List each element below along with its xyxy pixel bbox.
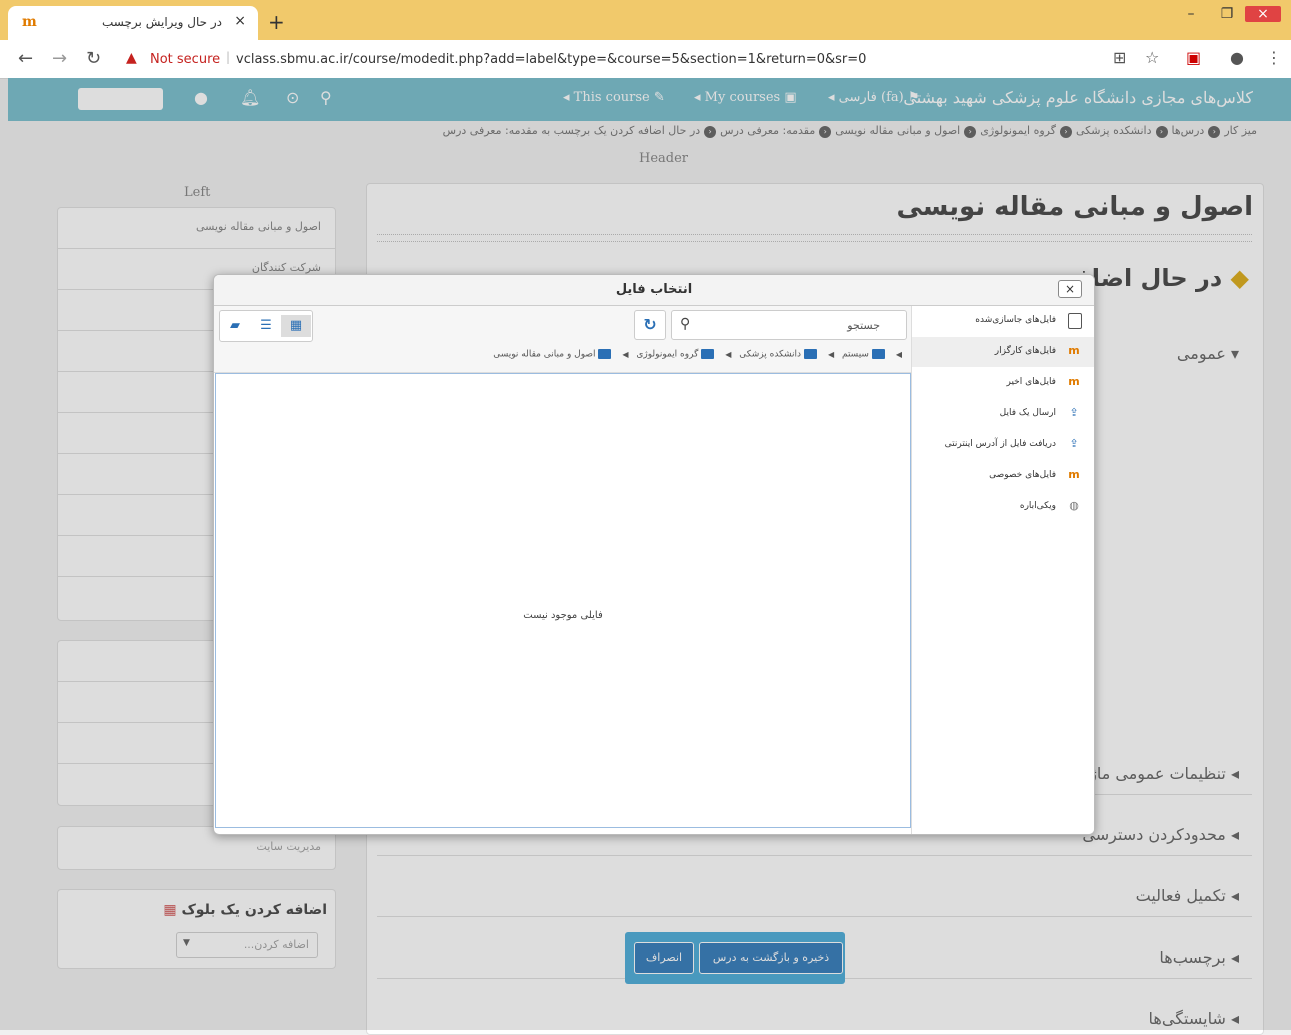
repository-recent-files[interactable]: m فایل‌های اخیر <box>912 368 1094 398</box>
divider: | <box>226 50 231 64</box>
repository-label: ویکی‌اباره <box>1019 501 1056 511</box>
not-secure-label[interactable]: Not secure <box>150 52 220 67</box>
close-window-button[interactable]: × <box>1245 6 1281 22</box>
list-view-icon[interactable]: ☰ <box>251 315 281 337</box>
repository-label: ارسال یک فایل <box>999 408 1056 418</box>
tab-close-icon[interactable]: × <box>234 13 246 29</box>
wikimedia-globe-icon: ◍ <box>1069 499 1079 512</box>
path-arrow-icon: ◀ <box>622 349 629 359</box>
repository-label: دریافت فایل از آدرس اینترنتی <box>944 439 1056 449</box>
folder-icon <box>871 349 885 359</box>
upload-icon: ⇪ <box>1069 406 1079 419</box>
search-input[interactable]: ⚲ جستجو <box>671 310 907 340</box>
repository-url-downloader[interactable]: ⇪ دریافت فایل از آدرس اینترنتی <box>912 430 1094 460</box>
pdf-extension-icon[interactable]: ▣ <box>1186 48 1201 67</box>
dialog-title: انتخاب فایل <box>615 282 693 297</box>
folder-view-icon[interactable]: ▰ <box>220 315 250 337</box>
repository-label: فایل‌های جاسازی‌شده <box>975 315 1056 325</box>
empty-message: فایلی موجود نیست <box>523 610 603 621</box>
reload-icon[interactable]: ↻ <box>86 48 101 69</box>
repository-server-files[interactable]: m فایل‌های کارگزار <box>912 337 1094 367</box>
moodle-icon: m <box>1068 468 1080 481</box>
repository-label: فایل‌های خصوصی <box>989 470 1056 480</box>
repository-label: فایل‌های اخیر <box>1006 377 1056 387</box>
profile-icon[interactable]: ● <box>1230 48 1244 67</box>
repository-upload-file[interactable]: ⇪ ارسال یک فایل <box>912 399 1094 429</box>
file-picker-toolbar: ▰ ☰ ▦ ↻ ⚲ جستجو ◀ سیستم ◀ دانشکده پزشکی … <box>214 306 911 373</box>
search-placeholder: جستجو <box>847 319 880 332</box>
moodle-icon: m <box>1068 375 1080 388</box>
path-item[interactable]: گروه ایمونولوژی <box>636 350 698 360</box>
repository-label: فایل‌های کارگزار <box>994 346 1056 356</box>
icon-grid-view-icon[interactable]: ▦ <box>281 315 311 337</box>
close-icon[interactable]: × <box>1058 280 1082 298</box>
file-icon <box>1068 313 1082 329</box>
refresh-icon[interactable]: ↻ <box>634 310 666 340</box>
path-arrow-icon: ◀ <box>725 349 732 359</box>
search-icon: ⚲ <box>680 316 691 332</box>
bookmark-star-icon[interactable]: ☆ <box>1145 48 1159 67</box>
maximize-button[interactable]: ❐ <box>1209 6 1245 22</box>
url-text[interactable]: vclass.sbmu.ac.ir/course/modedit.php?add… <box>236 52 866 67</box>
file-listing[interactable]: فایلی موجود نیست <box>215 373 911 828</box>
address-bar: ← → ↻ ▲ Not secure | vclass.sbmu.ac.ir/c… <box>0 40 1291 79</box>
translate-icon[interactable]: ⊞ <box>1113 48 1126 67</box>
path-item[interactable]: سیستم <box>842 350 869 360</box>
menu-icon[interactable]: ⋮ <box>1266 48 1282 67</box>
repository-list: فایل‌های جاسازی‌شده m فایل‌های کارگزار m… <box>911 306 1094 834</box>
file-picker-content: ▰ ☰ ▦ ↻ ⚲ جستجو ◀ سیستم ◀ دانشکده پزشکی … <box>214 306 911 834</box>
folder-icon <box>598 349 612 359</box>
download-url-icon: ⇪ <box>1069 437 1079 450</box>
file-picker-dialog: انتخاب فایل × فایل‌های جاسازی‌شده m فایل… <box>213 274 1095 835</box>
repository-private-files[interactable]: m فایل‌های خصوصی <box>912 461 1094 491</box>
folder-icon <box>804 349 818 359</box>
path-arrow-icon: ◀ <box>827 349 835 359</box>
browser-tab[interactable]: m در حال ویرایش برچسب × <box>8 6 258 40</box>
warning-icon: ▲ <box>126 50 137 66</box>
path-item[interactable]: اصول و مبانی مقاله نویسی <box>493 350 595 360</box>
tab-title: در حال ویرایش برچسب <box>102 15 222 29</box>
view-mode-buttons: ▰ ☰ ▦ <box>219 310 313 342</box>
omnibox[interactable]: ▲ Not secure | vclass.sbmu.ac.ir/course/… <box>118 45 1098 73</box>
back-icon[interactable]: ← <box>18 48 33 69</box>
folder-icon <box>701 349 715 359</box>
new-tab-button[interactable]: + <box>268 10 285 34</box>
forward-icon[interactable]: → <box>52 48 67 69</box>
folder-path: ◀ سیستم ◀ دانشکده پزشکی ◀ گروه ایمونولوژ… <box>493 349 907 360</box>
window-controls: – ❐ × <box>1173 6 1281 22</box>
minimize-button[interactable]: – <box>1173 6 1209 22</box>
repository-embedded-files[interactable]: فایل‌های جاسازی‌شده <box>912 306 1094 336</box>
path-item[interactable]: دانشکده پزشکی <box>739 350 801 360</box>
moodle-icon: m <box>1068 344 1080 357</box>
path-arrow-icon: ◀ <box>895 349 902 359</box>
dialog-header: انتخاب فایل × <box>214 275 1094 306</box>
repository-wikimedia[interactable]: ◍ ویکی‌اباره <box>912 492 1094 522</box>
moodle-favicon-icon: m <box>22 14 37 30</box>
